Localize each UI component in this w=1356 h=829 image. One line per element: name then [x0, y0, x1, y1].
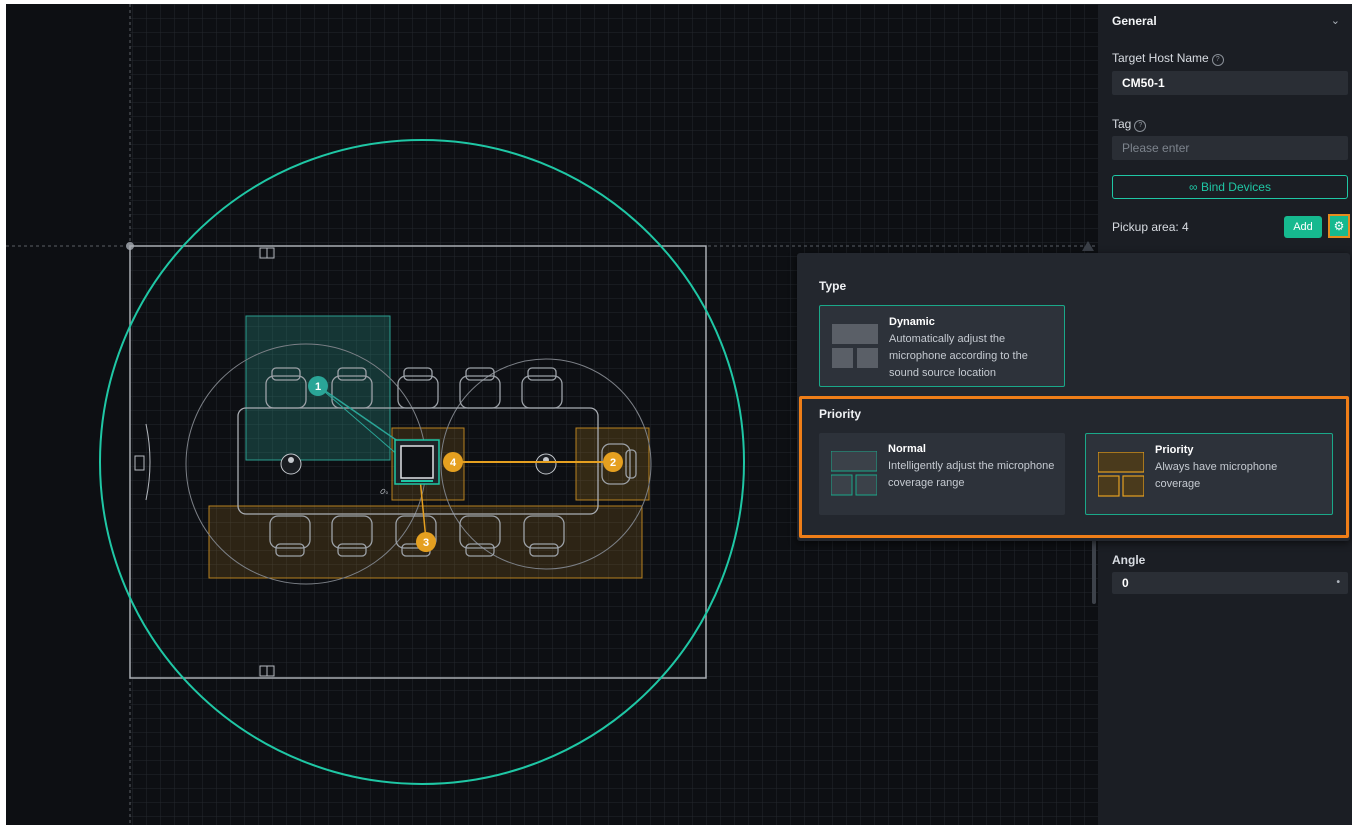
- marker-4-label: 4: [450, 457, 457, 469]
- target-host-input[interactable]: CM50-1: [1112, 71, 1348, 95]
- cm50-device[interactable]: [394, 439, 440, 485]
- pickup-settings-popup: Type Dynamic Automatically adjust the mi…: [797, 253, 1350, 541]
- section-title: General: [1112, 14, 1157, 28]
- marker-3-label: 3: [423, 537, 429, 549]
- gear-icon[interactable]: ⚙: [1328, 214, 1350, 238]
- dropdown-caret-icon: •: [1336, 577, 1340, 588]
- chevron-down-icon[interactable]: ⌄: [1331, 14, 1340, 27]
- popup-caret: [1082, 241, 1094, 251]
- link-icon: ∞: [1189, 180, 1198, 194]
- target-host-label-text: Target Host Name: [1112, 51, 1209, 65]
- marker-1[interactable]: 1: [308, 376, 328, 396]
- angle-label: Angle: [1112, 553, 1146, 567]
- angle-input[interactable]: 0 •: [1112, 572, 1348, 594]
- marker-2-label: 2: [610, 457, 616, 469]
- pickup-area-label: Pickup area: 4: [1112, 220, 1189, 234]
- table-mic[interactable]: [535, 453, 557, 475]
- canvas-scrollbar[interactable]: [1092, 534, 1096, 604]
- dynamic-layout-icon: [832, 324, 878, 368]
- marker-3[interactable]: 3: [416, 532, 436, 552]
- type-option-dynamic[interactable]: Dynamic Automatically adjust the microph…: [819, 305, 1065, 387]
- dynamic-description: Automatically adjust the microphone acco…: [889, 333, 1028, 379]
- app-window: 0° 1 2 3 4 General ⌄ Target Host Name ? …: [6, 4, 1352, 825]
- tag-label-text: Tag: [1112, 117, 1132, 131]
- bind-devices-button[interactable]: ∞ Bind Devices: [1112, 175, 1348, 199]
- tag-input[interactable]: Please enter: [1112, 136, 1348, 160]
- marker-2[interactable]: 2: [603, 452, 623, 472]
- tag-label: Tag?: [1112, 117, 1147, 132]
- help-icon[interactable]: ?: [1134, 120, 1147, 132]
- bind-devices-label: Bind Devices: [1200, 180, 1271, 194]
- marker-4[interactable]: 4: [443, 452, 463, 472]
- type-section-title: Type: [819, 279, 847, 293]
- table-mic[interactable]: [280, 453, 302, 475]
- marker-1-label: 1: [315, 381, 321, 393]
- dynamic-title: Dynamic: [889, 316, 935, 328]
- angle-value: 0: [1122, 576, 1129, 590]
- target-host-label: Target Host Name?: [1112, 51, 1224, 66]
- add-button[interactable]: Add: [1284, 216, 1322, 238]
- help-icon[interactable]: ?: [1211, 54, 1224, 66]
- priority-highlight-box: [799, 396, 1349, 538]
